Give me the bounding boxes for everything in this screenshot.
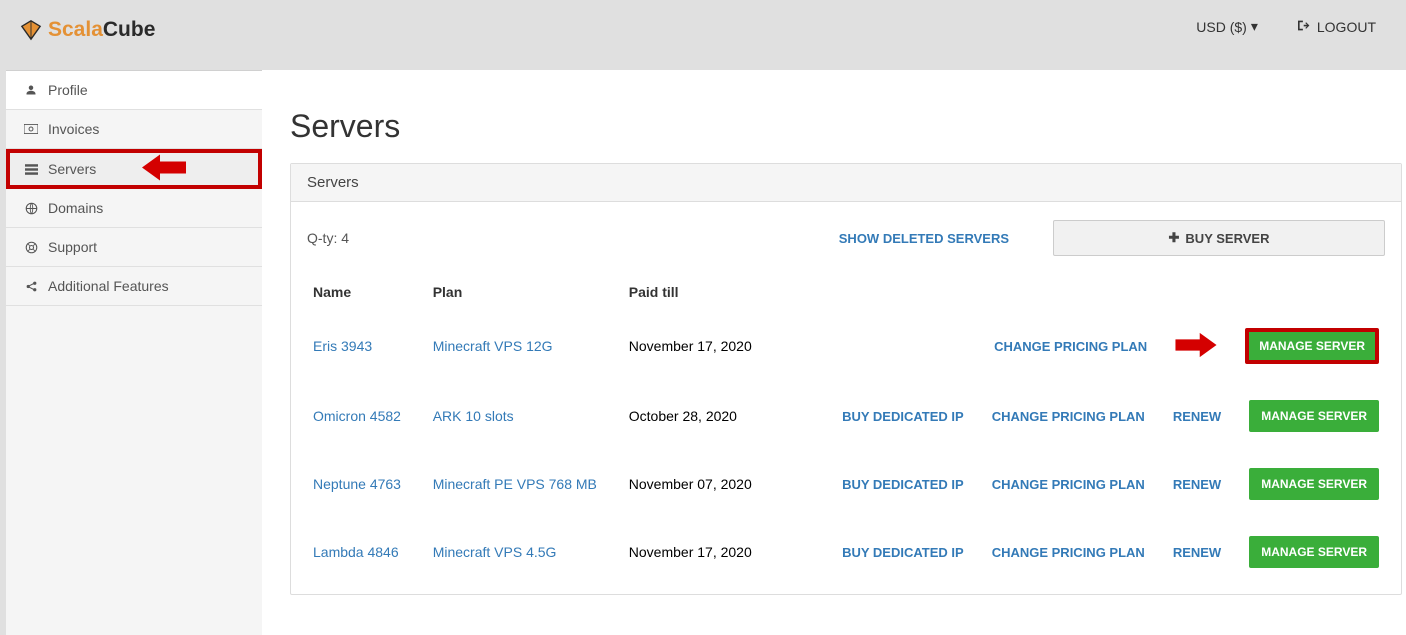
- currency-label: USD ($): [1196, 19, 1247, 35]
- servers-panel: Servers Q-ty: 4 SHOW DELETED SERVERS ✚ B…: [290, 163, 1402, 595]
- server-plan-link[interactable]: Minecraft VPS 12G: [433, 338, 553, 354]
- renew-link[interactable]: RENEW: [1173, 477, 1221, 492]
- manage-server-button[interactable]: MANAGE SERVER: [1249, 400, 1379, 432]
- servers-table: Name Plan Paid till Eris 3943 Minecraft …: [307, 274, 1385, 586]
- globe-icon: [24, 202, 38, 215]
- money-icon: [24, 124, 38, 134]
- page-title: Servers: [290, 108, 1402, 145]
- table-row: Neptune 4763 Minecraft PE VPS 768 MB Nov…: [307, 450, 1385, 518]
- header: ScalaCube USD ($) ▾ LOGOUT: [0, 0, 1406, 70]
- logo[interactable]: ScalaCube: [20, 18, 155, 42]
- buy-dedicated-ip-link[interactable]: BUY DEDICATED IP: [842, 545, 964, 560]
- sidebar-item-additional-features[interactable]: Additional Features: [6, 267, 262, 306]
- sidebar-item-label: Additional Features: [48, 278, 169, 294]
- arrow-right-icon: [1175, 331, 1217, 362]
- buy-server-button[interactable]: ✚ BUY SERVER: [1053, 220, 1385, 256]
- change-pricing-plan-link[interactable]: CHANGE PRICING PLAN: [992, 545, 1145, 560]
- sidebar-item-label: Support: [48, 239, 97, 255]
- sidebar-item-support[interactable]: Support: [6, 228, 262, 267]
- sidebar: Profile Invoices Servers Domains Support…: [6, 70, 262, 635]
- plus-icon: ✚: [1169, 230, 1180, 246]
- sidebar-item-label: Profile: [48, 82, 88, 98]
- server-name-link[interactable]: Neptune 4763: [313, 476, 401, 492]
- change-pricing-plan-link[interactable]: CHANGE PRICING PLAN: [992, 409, 1145, 424]
- server-name-link[interactable]: Eris 3943: [313, 338, 372, 354]
- logout-link[interactable]: LOGOUT: [1298, 19, 1376, 35]
- content: Servers Servers Q-ty: 4 SHOW DELETED SER…: [262, 70, 1406, 635]
- logo-icon: [20, 19, 42, 41]
- currency-selector[interactable]: USD ($) ▾: [1196, 18, 1258, 35]
- table-row: Lambda 4846 Minecraft VPS 4.5G November …: [307, 518, 1385, 586]
- panel-header: Servers: [291, 164, 1401, 202]
- server-name-link[interactable]: Omicron 4582: [313, 408, 401, 424]
- th-paid-till: Paid till: [623, 274, 836, 310]
- th-plan: Plan: [427, 274, 623, 310]
- manage-server-button[interactable]: MANAGE SERVER: [1249, 468, 1379, 500]
- sidebar-item-label: Domains: [48, 200, 103, 216]
- sidebar-item-profile[interactable]: Profile: [6, 71, 262, 110]
- logout-label: LOGOUT: [1317, 19, 1376, 35]
- table-row: Eris 3943 Minecraft VPS 12G November 17,…: [307, 310, 1385, 382]
- server-icon: [24, 164, 38, 175]
- caret-down-icon: ▾: [1251, 18, 1258, 35]
- paid-till-cell: November 17, 2020: [623, 310, 836, 382]
- share-icon: [24, 280, 38, 293]
- manage-server-button[interactable]: MANAGE SERVER: [1249, 536, 1379, 568]
- th-name: Name: [307, 274, 427, 310]
- paid-till-cell: November 07, 2020: [623, 450, 836, 518]
- user-icon: [24, 84, 38, 96]
- server-plan-link[interactable]: Minecraft PE VPS 768 MB: [433, 476, 597, 492]
- table-row: Omicron 4582 ARK 10 slots October 28, 20…: [307, 382, 1385, 450]
- paid-till-cell: November 17, 2020: [623, 518, 836, 586]
- change-pricing-plan-link[interactable]: CHANGE PRICING PLAN: [994, 339, 1147, 354]
- change-pricing-plan-link[interactable]: CHANGE PRICING PLAN: [992, 477, 1145, 492]
- buy-server-label: BUY SERVER: [1185, 231, 1269, 246]
- show-deleted-link[interactable]: SHOW DELETED SERVERS: [839, 231, 1009, 246]
- logout-icon: [1298, 19, 1311, 35]
- qty-label: Q-ty: 4: [307, 230, 349, 246]
- sidebar-item-label: Invoices: [48, 121, 99, 137]
- manage-server-button[interactable]: MANAGE SERVER: [1245, 328, 1379, 364]
- server-name-link[interactable]: Lambda 4846: [313, 544, 399, 560]
- logo-text: ScalaCube: [48, 18, 155, 42]
- lifebuoy-icon: [24, 241, 38, 254]
- paid-till-cell: October 28, 2020: [623, 382, 836, 450]
- sidebar-item-invoices[interactable]: Invoices: [6, 110, 262, 149]
- sidebar-item-label: Servers: [48, 161, 96, 177]
- server-plan-link[interactable]: Minecraft VPS 4.5G: [433, 544, 557, 560]
- renew-link[interactable]: RENEW: [1173, 409, 1221, 424]
- sidebar-item-servers[interactable]: Servers: [6, 149, 262, 189]
- toolbar: Q-ty: 4 SHOW DELETED SERVERS ✚ BUY SERVE…: [307, 214, 1385, 274]
- arrow-left-icon: [142, 153, 186, 186]
- renew-link[interactable]: RENEW: [1173, 545, 1221, 560]
- buy-dedicated-ip-link[interactable]: BUY DEDICATED IP: [842, 409, 964, 424]
- server-plan-link[interactable]: ARK 10 slots: [433, 408, 514, 424]
- buy-dedicated-ip-link[interactable]: BUY DEDICATED IP: [842, 477, 964, 492]
- sidebar-item-domains[interactable]: Domains: [6, 189, 262, 228]
